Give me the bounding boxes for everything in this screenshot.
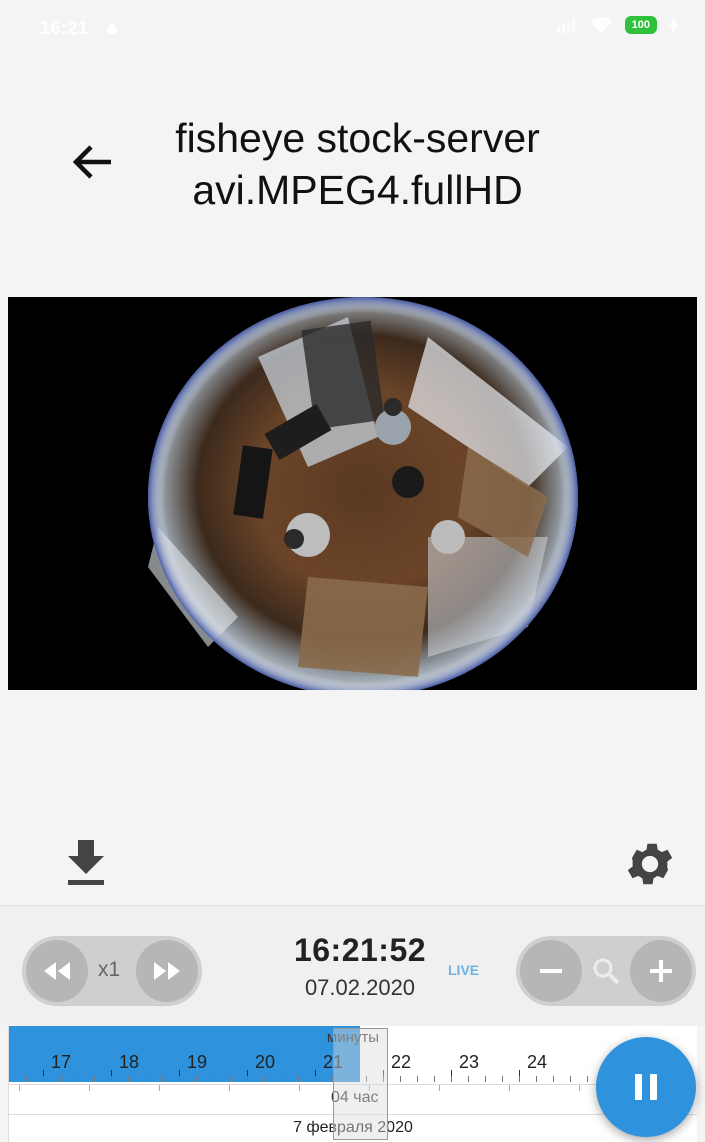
hour-tick [89,1085,90,1091]
minor-tick [162,1076,163,1082]
minor-tick [502,1076,503,1082]
minor-tick [26,1076,27,1082]
hour-tick [159,1085,160,1091]
arrow-left-icon [72,145,111,179]
speed-control: x1 [22,936,202,1006]
signal-icon [556,17,575,33]
minor-tick [94,1076,95,1082]
minute-tick-label: 19 [186,1052,208,1072]
minute-tick-label: 24 [526,1052,548,1072]
download-button[interactable] [54,830,118,894]
timeline-cursor[interactable] [333,1028,388,1140]
battery-icon: 100 [624,16,657,34]
minor-tick [434,1076,435,1082]
settings-button[interactable] [614,828,686,900]
live-button[interactable]: LIVE [448,962,479,978]
minor-tick [247,1076,248,1082]
hour-tick [439,1085,440,1091]
minor-tick [128,1076,129,1082]
status-time: 16:21 [40,18,89,38]
minor-tick [9,1076,10,1082]
zoom-control [516,936,696,1006]
camera-name: fisheye stock-server [175,115,540,161]
stream-name: avi.MPEG4.fullHD [192,167,523,213]
minor-tick [315,1076,316,1082]
hour-tick [229,1085,230,1091]
playback-time: 16:21:52 [293,932,427,968]
timeline[interactable]: минуты 17 18 19 20 21 22 23 24 04 час 7 февраля… [8,1026,697,1142]
minor-tick [587,1076,588,1082]
minor-tick [468,1076,469,1082]
plus-icon [650,960,672,982]
zoom-in-button[interactable] [630,940,692,1002]
playback-clock: 16:21:52 07.02.2020 [255,932,465,1001]
zoom-out-button[interactable] [520,940,582,1002]
video-view[interactable] [8,297,697,690]
minor-tick [570,1076,571,1082]
hour-tick [509,1085,510,1091]
minute-tick-label: 23 [458,1052,480,1072]
minute-tick-label: 17 [50,1052,72,1072]
minor-tick [145,1076,146,1082]
charging-icon [669,17,679,33]
minor-tick [179,1076,180,1082]
minor-tick [298,1076,299,1082]
fisheye-image [148,297,578,690]
minor-tick [111,1076,112,1082]
minor-tick [451,1076,452,1082]
magnifier-icon [591,956,621,986]
hour-tick [579,1085,580,1091]
bug-icon [107,22,117,34]
fast-forward-icon [154,962,180,980]
minor-tick [400,1076,401,1082]
hour-tick [299,1085,300,1091]
fast-forward-button[interactable] [136,940,198,1002]
minor-tick [43,1076,44,1082]
minute-tick-label: 18 [118,1052,140,1072]
back-button[interactable] [64,138,120,186]
rewind-button[interactable] [26,940,88,1002]
minor-tick [281,1076,282,1082]
playback-date: 07.02.2020 [304,975,416,1000]
minor-tick [553,1076,554,1082]
page-title: fisheye stock-server avi.MPEG4.fullHD [120,112,595,216]
minor-tick [196,1076,197,1082]
speed-label: x1 [98,958,121,981]
minor-tick [77,1076,78,1082]
minor-tick [264,1076,265,1082]
minor-tick [536,1076,537,1082]
gear-icon [627,843,673,885]
download-icon [68,840,104,885]
minor-tick [60,1076,61,1082]
minute-tick-label: 22 [390,1052,412,1072]
hour-tick [19,1085,20,1091]
minus-icon [540,969,562,973]
pause-icon [635,1074,657,1100]
minor-tick [213,1076,214,1082]
status-bar: 16:21 100 [0,0,705,62]
pause-button[interactable] [596,1037,696,1137]
rewind-icon [44,962,70,980]
minor-tick [230,1076,231,1082]
wifi-icon [589,17,612,33]
minute-tick-label: 20 [254,1052,276,1072]
minor-tick [519,1076,520,1082]
minor-tick [417,1076,418,1082]
minor-tick [485,1076,486,1082]
